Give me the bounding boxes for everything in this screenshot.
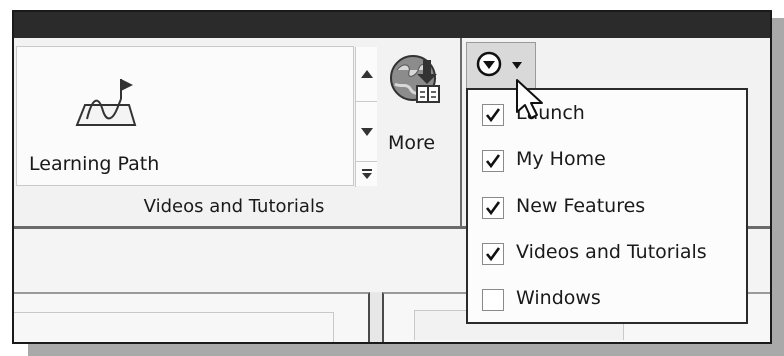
ribbon-group-separator — [460, 38, 462, 226]
videos-and-tutorials-checkbox[interactable] — [482, 243, 504, 265]
gallery-scroll-up-button[interactable] — [356, 47, 377, 102]
menu-item-label: My Home — [516, 148, 606, 170]
menu-item-label: New Features — [516, 195, 646, 217]
checkmark-icon — [485, 247, 501, 262]
windows-checkbox[interactable] — [482, 289, 504, 311]
learning-path-label: Learning Path — [29, 153, 160, 175]
learning-path-icon — [75, 79, 137, 126]
menu-item-windows[interactable]: Windows — [468, 277, 746, 323]
menu-item-label: Videos and Tutorials — [516, 241, 707, 263]
title-bar — [14, 12, 770, 38]
gallery-expand-icon — [361, 169, 372, 179]
circle-chevron-down-icon — [476, 51, 502, 77]
gallery-scroll-down-button[interactable] — [356, 102, 377, 162]
left-panel — [14, 292, 370, 342]
window-shadow-bottom — [28, 344, 784, 356]
learning-path-item[interactable]: Learning Path — [17, 47, 352, 185]
checkmark-icon — [485, 201, 501, 216]
more-button[interactable]: More — [384, 48, 450, 168]
window-shadow-right — [772, 18, 784, 356]
caret-down-icon — [512, 62, 522, 69]
videos-tutorials-gallery: Learning Path — [16, 46, 377, 187]
checkmark-icon — [485, 108, 501, 123]
globe-download-icon — [390, 55, 440, 103]
launch-checkbox[interactable] — [482, 104, 504, 126]
menu-item-new-features[interactable]: New Features — [468, 185, 746, 231]
more-label: More — [388, 132, 436, 154]
show-panels-menu: Launch My Home New Features Videos and T… — [466, 88, 748, 324]
my-home-checkbox[interactable] — [482, 150, 504, 172]
new-features-checkbox[interactable] — [482, 197, 504, 219]
gallery-scrollbar — [355, 47, 377, 187]
checkmark-icon — [485, 154, 501, 169]
menu-item-videos-and-tutorials[interactable]: Videos and Tutorials — [468, 231, 746, 277]
menu-item-launch[interactable]: Launch — [468, 92, 746, 138]
ribbon-group-label: Videos and Tutorials — [143, 196, 325, 217]
left-panel-frame — [14, 312, 334, 342]
menu-item-my-home[interactable]: My Home — [468, 138, 746, 184]
mouse-pointer-icon — [516, 79, 543, 119]
triangle-down-icon — [360, 127, 373, 136]
triangle-up-icon — [360, 70, 373, 78]
gallery-expand-button[interactable] — [356, 162, 377, 186]
menu-item-label: Windows — [516, 287, 601, 309]
